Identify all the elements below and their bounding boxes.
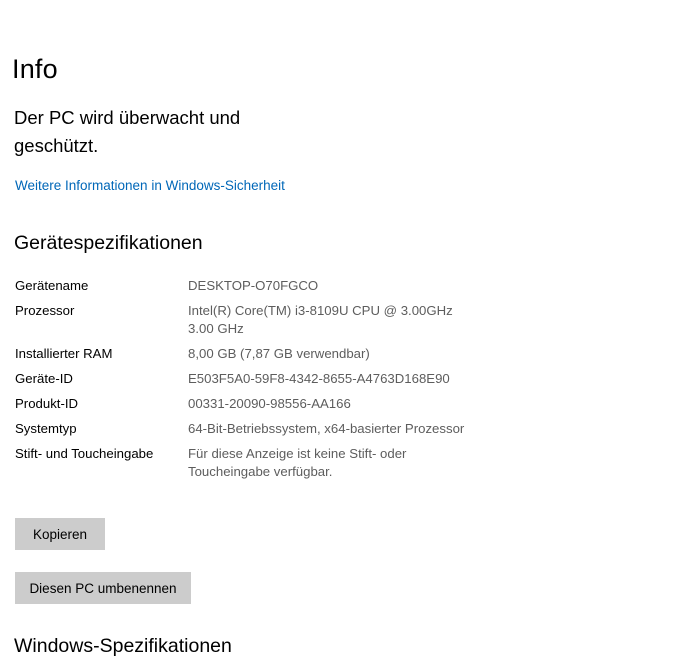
spec-value: 00331-20090-98556-AA166 [188, 396, 351, 411]
protection-status-text: Der PC wird überwacht und geschützt. [14, 107, 241, 156]
spec-row-device-name: Gerätename DESKTOP-O70FGCO [15, 277, 485, 295]
windows-security-link[interactable]: Weitere Informationen in Windows-Sicherh… [15, 178, 285, 193]
settings-about-page: Info Der PC wird überwacht und geschützt… [0, 0, 676, 668]
page-title: Info [12, 54, 58, 84]
spec-label: Installierter RAM [15, 346, 113, 361]
device-specs-list: Gerätename DESKTOP-O70FGCO Prozessor Int… [15, 277, 485, 488]
spec-value: Für diese Anzeige ist keine Stift- oder … [188, 446, 407, 479]
spec-label: Systemtyp [15, 421, 77, 436]
spec-row-system-type: Systemtyp 64-Bit-Betriebssystem, x64-bas… [15, 420, 485, 438]
rename-pc-button[interactable]: Diesen PC umbenennen [15, 572, 191, 604]
spec-row-ram: Installierter RAM 8,00 GB (7,87 GB verwe… [15, 345, 485, 363]
spec-row-processor: Prozessor Intel(R) Core(TM) i3-8109U CPU… [15, 302, 485, 338]
spec-row-pen-touch: Stift- und Toucheingabe Für diese Anzeig… [15, 445, 485, 481]
spec-row-product-id: Produkt-ID 00331-20090-98556-AA166 [15, 395, 485, 413]
spec-value: DESKTOP-O70FGCO [188, 278, 319, 293]
spec-value: E503F5A0-59F8-4342-8655-A4763D168E90 [188, 371, 450, 386]
spec-label: Stift- und Toucheingabe [15, 446, 154, 461]
spec-value: Intel(R) Core(TM) i3-8109U CPU @ 3.00GHz… [188, 303, 453, 336]
spec-label: Produkt-ID [15, 396, 79, 411]
copy-button[interactable]: Kopieren [15, 518, 105, 550]
spec-value: 64-Bit-Betriebssystem, x64-basierter Pro… [188, 421, 465, 436]
spec-row-device-id: Geräte-ID E503F5A0-59F8-4342-8655-A4763D… [15, 370, 485, 388]
spec-value: 8,00 GB (7,87 GB verwendbar) [188, 346, 370, 361]
spec-label: Gerätename [15, 278, 89, 293]
device-specs-heading: Gerätespezifikationen [14, 232, 203, 254]
windows-specs-heading: Windows-Spezifikationen [14, 635, 232, 657]
spec-label: Prozessor [15, 303, 75, 318]
spec-label: Geräte-ID [15, 371, 73, 386]
